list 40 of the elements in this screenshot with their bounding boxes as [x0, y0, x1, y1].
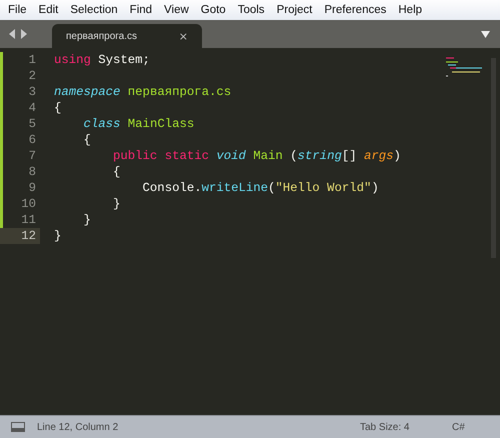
dropdown-icon[interactable] — [481, 31, 490, 38]
code-line: namespace перваяпрога.cs — [54, 84, 232, 100]
menu-item[interactable]: Project — [270, 4, 318, 16]
line-number-gutter: 6 — [0, 132, 40, 148]
menu-item[interactable]: Preferences — [318, 4, 392, 16]
close-icon[interactable]: × — [178, 30, 188, 42]
menu-item[interactable]: Selection — [64, 4, 124, 16]
tab-navigation-arrows-icon[interactable] — [8, 29, 28, 39]
syntax-mode[interactable]: C# — [452, 422, 500, 432]
line-number-gutter: 7 — [0, 148, 40, 164]
menu-item[interactable]: Tools — [232, 4, 271, 16]
tab-size[interactable]: Tab Size: 4 — [360, 422, 452, 432]
menu-item[interactable]: Edit — [32, 4, 64, 16]
line-number-gutter: 5 — [0, 116, 40, 132]
file-tab[interactable]: перваяпрога.cs × — [52, 24, 202, 48]
line-number-gutter: 8 — [0, 164, 40, 180]
line-number-gutter: 4 — [0, 100, 40, 116]
line-number-gutter: 9 — [0, 180, 40, 196]
menu-item[interactable]: Help — [392, 4, 428, 16]
code-line: Console.writeLine("Hello World") — [142, 180, 379, 196]
code-line: class MainClass — [82, 116, 194, 132]
line-number-gutter: 2 — [0, 68, 40, 84]
code-line: } — [54, 228, 62, 244]
menu-item[interactable]: Goto — [194, 4, 232, 16]
menu-item[interactable]: Find — [124, 4, 158, 16]
panel-icon[interactable] — [11, 422, 25, 432]
menu-item[interactable]: View — [158, 4, 195, 16]
cursor-position: Line 12, Column 2 — [37, 422, 120, 432]
code-line: } — [112, 196, 120, 212]
code-line: { — [82, 132, 91, 148]
line-number-gutter: 10 — [0, 196, 40, 212]
code-line: using System; — [54, 52, 150, 68]
code-line: public static void Main (string[] args) — [112, 148, 401, 164]
code-line: } — [82, 212, 91, 228]
line-number-gutter: 1 — [0, 52, 40, 68]
menu-item[interactable]: File — [2, 4, 33, 16]
line-number-gutter: 3 — [0, 84, 40, 100]
code-line: { — [112, 164, 120, 180]
code-line: { — [54, 100, 62, 116]
line-number-gutter: 12 — [0, 228, 40, 244]
